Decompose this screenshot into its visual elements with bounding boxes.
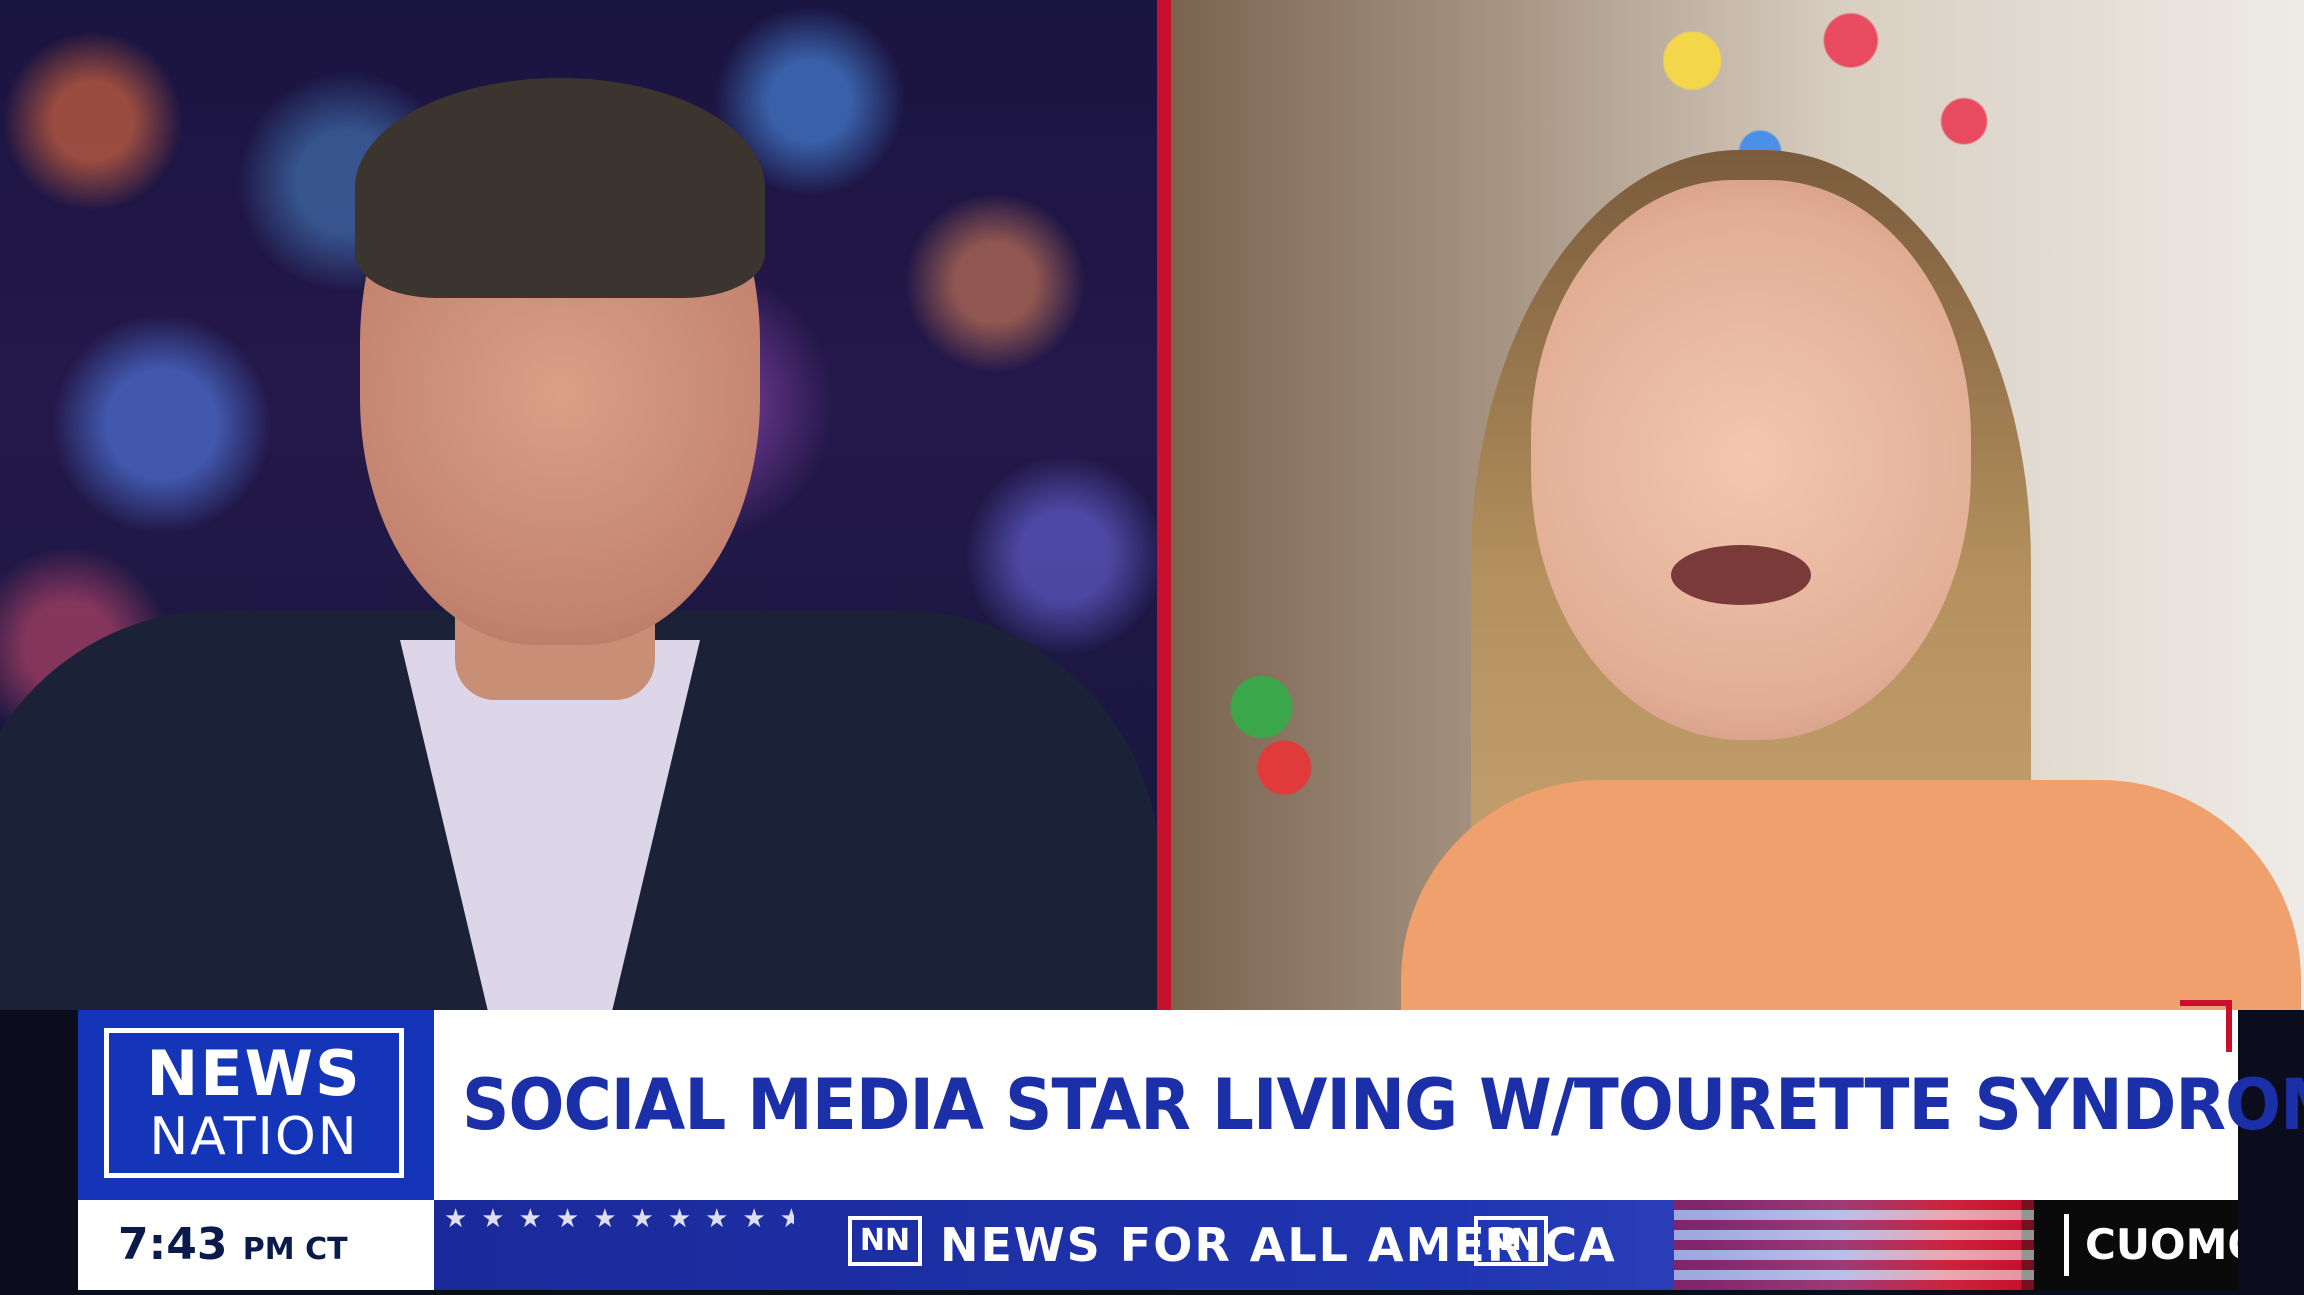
lower-third-graphic: NEWS NATION SOCIAL MEDIA STAR LIVING W/T…	[78, 1000, 2304, 1290]
show-name-box: CUOMO	[2034, 1200, 2238, 1290]
stripes-decoration	[1674, 1200, 2034, 1290]
clock-box: 7:43 PM CT	[78, 1200, 434, 1290]
guest-mouth	[1671, 545, 1811, 605]
split-screen-divider	[1157, 0, 1171, 1010]
stars-decoration-icon: ★★★★★★★★★★★★★★★★★★★★★★★★	[444, 1203, 794, 1233]
guest-video-feed	[1171, 0, 2304, 1010]
ticker-bar: ★★★★★★★★★★★★★★★★★★★★★★★★ NN NEWS FOR ALL…	[434, 1200, 2238, 1290]
headline-banner: SOCIAL MEDIA STAR LIVING W/TOURETTE SYND…	[434, 1000, 2304, 1200]
nn-logo-icon: NN	[848, 1216, 922, 1266]
headline-text: SOCIAL MEDIA STAR LIVING W/TOURETTE SYND…	[462, 1064, 2304, 1146]
clock-display: 7:43 PM CT	[118, 1200, 348, 1295]
show-name: CUOMO	[2064, 1214, 2238, 1276]
nn-logo-icon: NN	[1474, 1216, 1548, 1266]
network-logo: NEWS NATION	[78, 1010, 434, 1200]
logo-text-news: NEWS	[146, 1037, 362, 1110]
logo-frame: NEWS NATION	[104, 1028, 404, 1178]
anchor-hair	[355, 78, 765, 298]
corner-bracket-icon	[2180, 1000, 2232, 1052]
logo-text-nation: NATION	[149, 1107, 359, 1167]
guest-face	[1531, 180, 1971, 740]
guest-shirt	[1401, 780, 2301, 1010]
anchor-video-feed	[0, 0, 1157, 1010]
clock-timezone: PM CT	[242, 1232, 348, 1267]
clock-time: 7:43	[118, 1219, 228, 1270]
